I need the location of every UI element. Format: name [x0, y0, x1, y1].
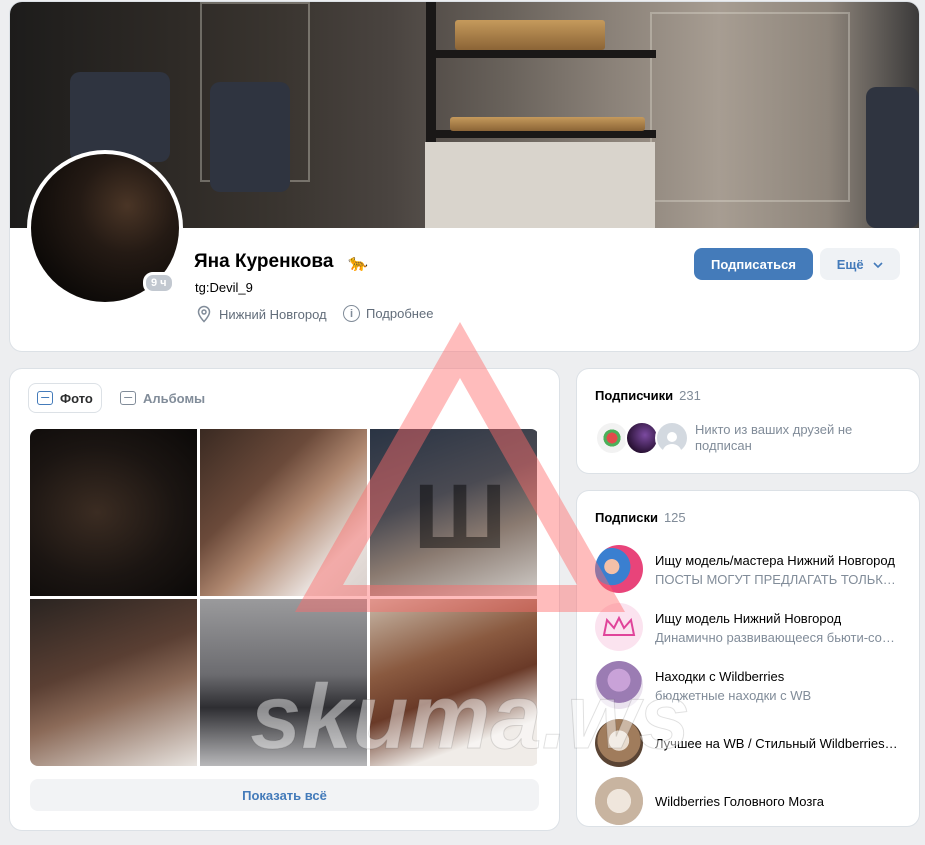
followers-title[interactable]: Подписчики 231	[595, 388, 701, 403]
subscription-avatar	[595, 661, 643, 709]
subscription-desc: ПОСТЫ МОГУТ ПРЕДЛАГАТЬ ТОЛЬКО УЧАСТНИКИ	[655, 572, 901, 587]
subscription-title: Находки с Wildberries	[655, 669, 785, 684]
subscriptions-block: Подписки 125 Ищу модель/мастера Нижний Но…	[577, 491, 919, 826]
cover-shelf	[436, 130, 656, 138]
subscriptions-title[interactable]: Подписки 125	[595, 510, 686, 525]
photo-thumb[interactable]	[30, 429, 197, 596]
photo-thumb[interactable]	[200, 599, 367, 766]
photo-grid	[30, 429, 539, 766]
subscription-avatar	[595, 545, 643, 593]
subscribe-button[interactable]: Подписаться	[694, 248, 813, 280]
chevron-down-icon	[873, 261, 883, 268]
location-text: Нижний Новгород	[219, 306, 327, 322]
subscription-item[interactable]: Ищу модель Нижний Новгород Динамично раз…	[595, 603, 905, 653]
photo-thumb[interactable]	[200, 429, 367, 596]
show-all-button[interactable]: Показать всё	[30, 779, 539, 811]
subscription-item[interactable]: Wildberries Головного Мозга	[595, 777, 905, 826]
photo-thumb[interactable]	[370, 599, 537, 766]
subscriptions-title-text: Подписки	[595, 510, 658, 525]
subscription-item[interactable]: Находки с Wildberries бюджетные находки …	[595, 661, 905, 711]
leopard-icon: 🐆	[348, 255, 368, 272]
profile-name: Яна Куренкова	[194, 251, 334, 272]
info-icon: i	[343, 305, 360, 322]
photo-thumb[interactable]	[370, 429, 537, 596]
cover-shelf	[436, 50, 656, 58]
subscription-avatar	[595, 603, 643, 651]
cover-wall-panel	[650, 12, 850, 202]
subscription-title: Лучшее на WB / Стильный Wildberries Обзо…	[655, 736, 901, 751]
details-link[interactable]: i Подробнее	[343, 305, 433, 322]
cover-pastries	[455, 20, 605, 50]
location-pin-icon	[197, 305, 211, 323]
subscription-title: Ищу модель/мастера Нижний Новгород	[655, 553, 895, 568]
subscription-title: Wildberries Головного Мозга	[655, 794, 825, 809]
subscription-item[interactable]: Ищу модель/мастера Нижний Новгород ПОСТЫ…	[595, 545, 905, 595]
followers-note: Никто из ваших друзей не подписан	[695, 422, 853, 453]
follower-avatar[interactable]	[595, 421, 629, 455]
followers-avatars	[595, 421, 689, 455]
subscription-title: Ищу модель Нижний Новгород	[655, 611, 842, 626]
cover-chair	[866, 87, 919, 228]
cover-counter	[425, 142, 655, 228]
more-button-label: Ещё	[836, 256, 864, 272]
subscription-item[interactable]: Лучшее на WB / Стильный Wildberries Обзо…	[595, 719, 905, 769]
location-row[interactable]: Нижний Новгород	[195, 305, 327, 323]
photos-block: Фото Альбомы Показать всё	[10, 369, 559, 830]
subscription-desc: Динамично развивающееся бьюти-сообщество	[655, 630, 901, 645]
tab-photos-label: Фото	[60, 390, 93, 406]
followers-title-text: Подписчики	[595, 388, 674, 403]
followers-block[interactable]: Подписчики 231 Никто из ваших друзей не п…	[577, 369, 919, 473]
subscription-avatar	[595, 777, 643, 825]
tab-albums[interactable]: Альбомы	[112, 384, 213, 412]
subscription-avatar	[595, 719, 643, 767]
follower-avatar[interactable]	[625, 421, 659, 455]
follower-avatar[interactable]	[655, 421, 689, 455]
online-badge: 9 ч	[143, 272, 175, 294]
profile-status: tg:Devil_9	[195, 280, 253, 295]
subscription-desc: бюджетные находки с WB	[655, 688, 812, 703]
cover-chair	[70, 72, 170, 162]
details-text: Подробнее	[366, 306, 434, 321]
crown-icon	[602, 615, 636, 636]
followers-count: 231	[679, 388, 701, 403]
album-icon	[120, 391, 136, 405]
cover-shelf-post	[426, 2, 436, 162]
subscriptions-count: 125	[663, 510, 686, 525]
user-placeholder-icon	[662, 432, 682, 453]
profile-header: 9 ч Яна Куренкова 🐆 tg:Devil_9 Нижний Но…	[10, 2, 919, 351]
photo-icon	[37, 391, 53, 405]
cover-pastries	[450, 117, 645, 131]
tab-photos[interactable]: Фото	[29, 384, 101, 412]
photo-thumb[interactable]	[30, 599, 197, 766]
cover-chair	[210, 82, 290, 192]
more-button[interactable]: Ещё	[820, 248, 900, 280]
tab-albums-label: Альбомы	[143, 390, 206, 406]
